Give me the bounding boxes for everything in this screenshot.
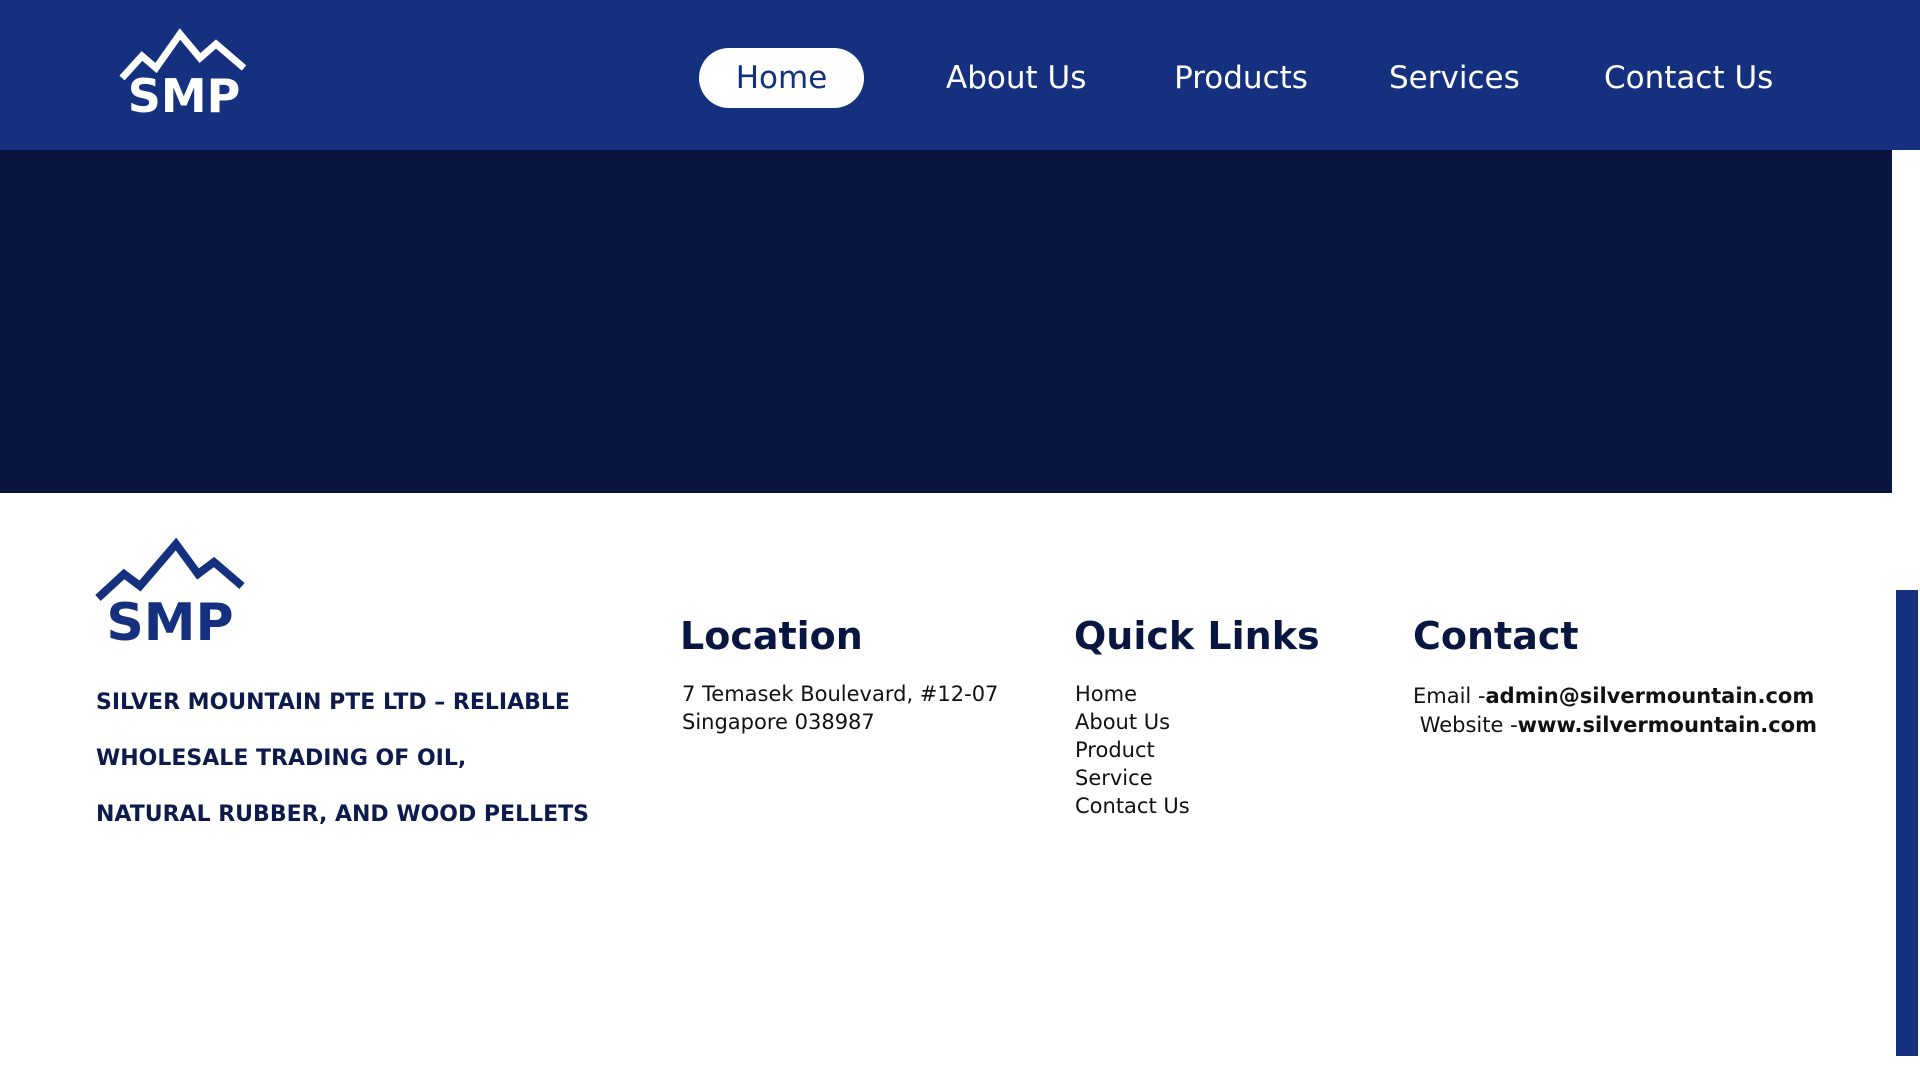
tagline-line: SILVER MOUNTAIN PTE LTD – RELIABLE — [96, 690, 570, 715]
svg-text:SMP: SMP — [106, 593, 233, 644]
quick-links-heading: Quick Links — [1074, 614, 1320, 658]
website-label: Website - — [1419, 713, 1518, 737]
scrollbar-thumb[interactable] — [1896, 590, 1918, 1056]
quick-link-service[interactable]: Service — [1075, 764, 1190, 792]
address-line: Singapore 038987 — [682, 710, 875, 734]
nav-services[interactable]: Services — [1389, 48, 1520, 108]
footer-smp-logo[interactable]: SMP — [94, 538, 246, 644]
location-heading: Location — [680, 614, 863, 658]
nav-about-us[interactable]: About Us — [946, 48, 1086, 108]
quick-link-about-us[interactable]: About Us — [1075, 708, 1190, 736]
contact-heading: Contact — [1413, 614, 1579, 658]
email-link[interactable]: admin@silvermountain.com — [1486, 684, 1815, 708]
hero-banner — [0, 150, 1892, 493]
tagline-line: NATURAL RUBBER, AND WOOD PELLETS — [96, 802, 590, 827]
location-address: 7 Temasek Boulevard, #12-07 Singapore 03… — [682, 680, 998, 736]
nav-home[interactable]: Home — [699, 48, 864, 108]
site-header: SMP Home About Us Products Services Cont… — [0, 0, 1920, 150]
contact-details: Email -admin@silvermountain.com Website … — [1413, 682, 1817, 740]
quick-links-list: Home About Us Product Service Contact Us — [1075, 680, 1190, 820]
nav-products[interactable]: Products — [1174, 48, 1308, 108]
website-row: Website -www.silvermountain.com — [1413, 711, 1817, 740]
tagline-line: WHOLESALE TRADING OF OIL, — [96, 746, 467, 771]
quick-link-home[interactable]: Home — [1075, 680, 1190, 708]
main-nav: Home About Us Products Services Contact … — [0, 48, 1920, 108]
email-row: Email -admin@silvermountain.com — [1413, 682, 1817, 711]
website-link[interactable]: www.silvermountain.com — [1518, 713, 1817, 737]
email-label: Email - — [1413, 684, 1486, 708]
address-line: 7 Temasek Boulevard, #12-07 — [682, 682, 999, 706]
company-tagline: SILVER MOUNTAIN PTE LTD – RELIABLE WHOLE… — [96, 675, 596, 843]
nav-contact-us[interactable]: Contact Us — [1604, 48, 1773, 108]
quick-link-contact-us[interactable]: Contact Us — [1075, 792, 1190, 820]
quick-link-product[interactable]: Product — [1075, 736, 1190, 764]
